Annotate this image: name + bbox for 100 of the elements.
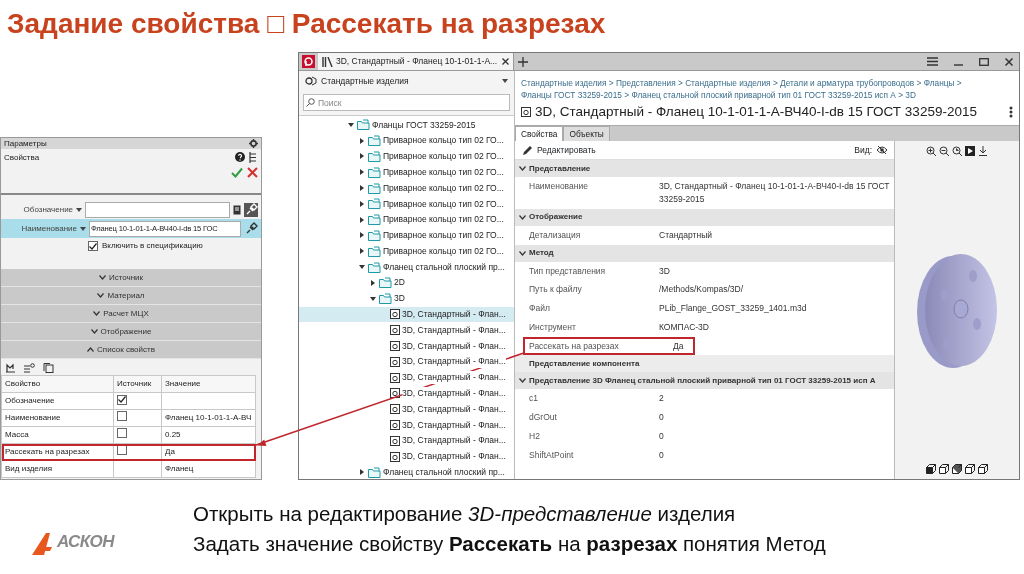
document-icon: [521, 107, 531, 118]
chevron-down-icon: [90, 329, 98, 334]
collapsed-arrow-icon[interactable]: [359, 185, 365, 192]
outline-cube-icon[interactable]: [965, 464, 975, 474]
collapsed-arrow-icon[interactable]: [370, 279, 376, 286]
caret-icon[interactable]: [80, 226, 86, 231]
checkbox[interactable]: [117, 411, 127, 421]
shaded-cube-icon[interactable]: [952, 464, 962, 474]
collapsed-arrow-icon[interactable]: [359, 153, 365, 160]
section-header[interactable]: Материал: [1, 287, 261, 305]
breadcrumb-link[interactable]: Фланцы: [923, 78, 955, 88]
maximize-icon[interactable]: [979, 57, 989, 66]
breadcrumb-link[interactable]: Фланец стальной плоский приварной тип 01 ГОСТ 33259-2015 исп А: [631, 90, 896, 100]
copy-table-icon[interactable]: [43, 363, 54, 373]
table-cell: 0.25: [161, 426, 256, 444]
connect-plug-icon[interactable]: [244, 221, 258, 236]
book-icon[interactable]: [233, 204, 241, 215]
group-header[interactable]: Представление 3D Фланец стальной плоский приварной тип 01 ГОСТ 33259-2015 исп А: [515, 372, 894, 390]
caret-icon[interactable]: [502, 79, 508, 83]
tab[interactable]: Объекты: [563, 126, 610, 142]
breadcrumb-link[interactable]: Стандартные изделия: [685, 78, 771, 88]
cancel-close-icon[interactable]: [247, 167, 258, 178]
connect-plug-icon[interactable]: [244, 202, 258, 217]
collapsed-arrow-icon[interactable]: [359, 200, 365, 207]
group-header[interactable]: Метод: [515, 244, 894, 262]
field-row[interactable]: Обозначение: [1, 200, 261, 219]
zoom-fit-icon[interactable]: [952, 146, 962, 157]
document-tab[interactable]: 3D, Стандартный - Фланец 10-1-01-1-А...: [318, 53, 514, 70]
add-tab-icon[interactable]: [518, 56, 528, 67]
section-header[interactable]: Расчет МЦХ: [1, 305, 261, 323]
property-row[interactable]: Обозначение: [1, 392, 256, 410]
folder-icon: [357, 119, 370, 131]
hidden-lines-cube-icon[interactable]: [978, 464, 988, 474]
app-logo-icon[interactable]: [302, 55, 315, 68]
breadcrumb-link[interactable]: Стандартные изделия: [521, 78, 607, 88]
search-field[interactable]: Поиск: [303, 94, 510, 111]
zoom-out-icon[interactable]: [939, 146, 949, 157]
breadcrumb-separator: >: [772, 78, 778, 88]
section-label: Расчет МЦХ: [103, 307, 149, 320]
property-value: 0: [659, 411, 665, 424]
chevron-down-icon: [519, 378, 526, 384]
edit-button[interactable]: Редактировать: [521, 142, 597, 158]
checkbox[interactable]: [117, 394, 127, 405]
collapsed-arrow-icon[interactable]: [359, 137, 365, 144]
confirm-check-icon[interactable]: [231, 167, 243, 178]
collapsed-arrow-icon[interactable]: [359, 169, 365, 176]
download-icon[interactable]: [978, 146, 988, 157]
column-header: Свойство: [1, 375, 114, 393]
field-label: Наименование: [21, 222, 77, 235]
caret-icon[interactable]: [76, 207, 83, 212]
group-label: Представление: [529, 162, 591, 175]
solid-cube-icon[interactable]: [926, 464, 936, 474]
tree-structure-icon[interactable]: [249, 152, 258, 163]
breadcrumb-separator: >: [916, 78, 922, 88]
close-icon[interactable]: [502, 58, 509, 65]
close-icon[interactable]: [1005, 57, 1013, 66]
breadcrumb-link[interactable]: Представления: [615, 78, 676, 88]
table-cell: Масса: [1, 426, 114, 444]
property-row[interactable]: Наименование Фланец 10-1-01-1-А-ВЧ: [1, 409, 256, 427]
collapsed-arrow-icon[interactable]: [359, 469, 365, 476]
section-header[interactable]: Источник: [1, 269, 261, 287]
breadcrumb-separator: >: [956, 78, 962, 88]
list-settings-icon[interactable]: [24, 363, 35, 373]
expanded-arrow-icon[interactable]: [348, 121, 354, 128]
property-row[interactable]: Масса 0.25: [1, 426, 256, 444]
input-field[interactable]: [85, 201, 230, 218]
collapsed-arrow-icon[interactable]: [359, 232, 365, 239]
play-icon[interactable]: [965, 146, 975, 157]
group-header[interactable]: Отображение: [515, 208, 894, 226]
add-property-icon[interactable]: [5, 363, 16, 373]
collapsed-arrow-icon[interactable]: [359, 248, 365, 255]
more-options-icon[interactable]: [1009, 106, 1013, 119]
group-header[interactable]: Представление: [515, 160, 894, 178]
breadcrumb-link[interactable]: 3D: [905, 90, 916, 100]
breadcrumb-link[interactable]: Фланцы ГОСТ 33259-2015: [521, 90, 622, 100]
tab[interactable]: Свойства: [515, 126, 564, 142]
checkbox[interactable]: [88, 241, 98, 251]
wireframe-cube-icon[interactable]: [939, 464, 949, 474]
checkbox[interactable]: [117, 428, 127, 438]
property-row[interactable]: Вид изделия Фланец: [1, 460, 256, 478]
section-header[interactable]: Отображение: [1, 323, 261, 341]
source-dropdown[interactable]: Стандартные изделия: [299, 71, 514, 91]
zoom-in-icon[interactable]: [926, 146, 936, 157]
collapsed-arrow-icon[interactable]: [359, 216, 365, 223]
property-row[interactable]: Рассекать на разрезах Да: [1, 443, 256, 461]
table-cell: Вид изделия: [1, 460, 114, 478]
menu-icon[interactable]: [927, 57, 938, 66]
hidden-eye-icon[interactable]: [876, 145, 888, 156]
help-icon[interactable]: [235, 152, 245, 162]
section-header[interactable]: Список свойств: [1, 341, 261, 359]
settings-icon[interactable]: [249, 139, 258, 148]
property-value: Да: [673, 339, 685, 353]
breadcrumb-link[interactable]: Детали и арматура трубопроводов: [780, 78, 915, 88]
expanded-arrow-icon[interactable]: [359, 264, 365, 271]
expanded-arrow-icon[interactable]: [370, 295, 376, 302]
column-header: Источник: [113, 375, 162, 393]
group-label: Представление 3D Фланец стальной плоский приварной тип 01 ГОСТ 33259-2015 исп А: [529, 374, 876, 387]
tree-label: Приварное кольцо тип 02 ГО...: [383, 213, 504, 227]
property-value: 3D: [659, 264, 671, 278]
checkbox[interactable]: [117, 445, 127, 455]
